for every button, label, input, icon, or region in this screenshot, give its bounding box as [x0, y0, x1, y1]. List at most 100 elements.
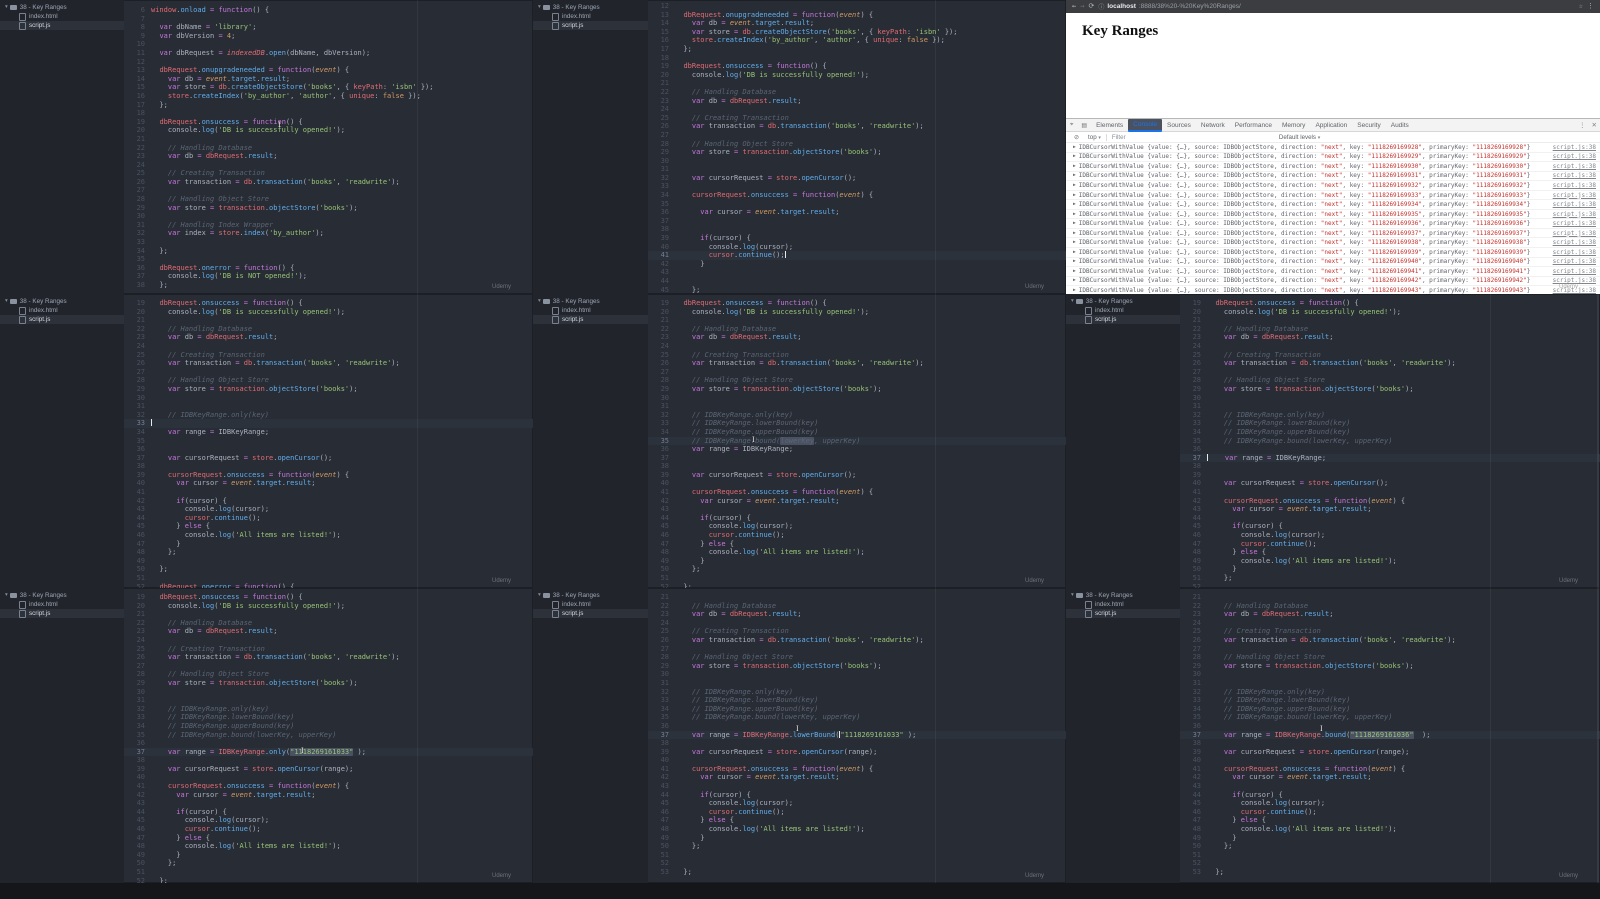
sidebar-folder[interactable]: ▾38 - Key Ranges: [0, 591, 124, 600]
log-level-selector[interactable]: Default levels ▾: [1279, 134, 1320, 141]
expand-triangle-icon[interactable]: ▶: [1073, 259, 1076, 264]
expand-triangle-icon[interactable]: ▶: [1073, 269, 1076, 274]
code-area[interactable]: 2122 // Handling Database23 var db = dbR…: [648, 588, 1066, 883]
expand-triangle-icon[interactable]: ▶: [1073, 278, 1076, 283]
expand-triangle-icon[interactable]: ▶: [1073, 212, 1076, 217]
source-link[interactable]: script.js:38: [1547, 201, 1600, 208]
code-area[interactable]: 19 dbRequest.onsuccess = function() {20 …: [124, 588, 533, 883]
sidebar-folder[interactable]: ▾38 - Key Ranges: [533, 591, 648, 600]
expand-triangle-icon[interactable]: ▶: [1073, 173, 1076, 178]
devtools-tab-audits[interactable]: Audits: [1386, 120, 1414, 131]
sidebar-file-script-js[interactable]: script.js: [533, 609, 648, 618]
expand-triangle-icon[interactable]: ▶: [1073, 288, 1076, 293]
console-log-row[interactable]: ▶IDBCursorWithValue {value: {…}, source:…: [1066, 153, 1600, 163]
devtools-tab-elements[interactable]: Elements: [1091, 120, 1128, 131]
console-log-row[interactable]: ▶IDBCursorWithValue {value: {…}, source:…: [1066, 277, 1600, 287]
device-toolbar-icon[interactable]: ▤: [1077, 122, 1091, 129]
site-info-icon[interactable]: ⓘ: [1098, 2, 1104, 11]
code-area[interactable]: 6window.onload = function() {78 var dbNa…: [124, 0, 533, 294]
source-link[interactable]: script.js:38: [1547, 258, 1600, 265]
expand-triangle-icon[interactable]: ▶: [1073, 240, 1076, 245]
inspect-element-icon[interactable]: ⌖: [1066, 122, 1077, 129]
source-link[interactable]: script.js:38: [1547, 192, 1600, 199]
console-log[interactable]: ▶IDBCursorWithValue {value: {…}, source:…: [1066, 143, 1600, 294]
sidebar-file-index-html[interactable]: index.html: [0, 12, 124, 21]
console-log-row[interactable]: ▶IDBCursorWithValue {value: {…}, source:…: [1066, 181, 1600, 191]
console-log-row[interactable]: ▶IDBCursorWithValue {value: {…}, source:…: [1066, 219, 1600, 229]
sidebar-folder[interactable]: ▾38 - Key Ranges: [0, 297, 124, 306]
source-link[interactable]: script.js:38: [1547, 144, 1600, 151]
devtools-close-icon[interactable]: ✕: [1589, 121, 1600, 129]
devtools-tab-sources[interactable]: Sources: [1162, 120, 1196, 131]
browser-menu-icon[interactable]: ⋮: [1587, 0, 1594, 13]
source-link[interactable]: script.js:38: [1547, 153, 1600, 160]
sidebar-folder[interactable]: ▾38 - Key Ranges: [1066, 297, 1180, 306]
console-log-row[interactable]: ▶IDBCursorWithValue {value: {…}, source:…: [1066, 191, 1600, 201]
sidebar-file-index-html[interactable]: index.html: [0, 306, 124, 315]
console-log-row[interactable]: ▶IDBCursorWithValue {value: {…}, source:…: [1066, 210, 1600, 220]
expand-triangle-icon[interactable]: ▶: [1073, 154, 1076, 159]
source-link[interactable]: script.js:38: [1547, 239, 1600, 246]
source-link[interactable]: script.js:38: [1547, 172, 1600, 179]
source-link[interactable]: script.js:38: [1547, 230, 1600, 237]
sidebar-file-index-html[interactable]: index.html: [0, 600, 124, 609]
reload-icon[interactable]: ⟳: [1088, 0, 1094, 13]
sidebar-file-script-js[interactable]: script.js: [1066, 609, 1180, 618]
sidebar-file-script-js[interactable]: script.js: [1066, 315, 1180, 324]
sidebar-file-index-html[interactable]: index.html: [533, 600, 648, 609]
sidebar-file-script-js[interactable]: script.js: [533, 315, 648, 324]
console-log-row[interactable]: ▶IDBCursorWithValue {value: {…}, source:…: [1066, 162, 1600, 172]
expand-triangle-icon[interactable]: ▶: [1073, 193, 1076, 198]
expand-triangle-icon[interactable]: ▶: [1073, 164, 1076, 169]
sidebar-file-index-html[interactable]: index.html: [1066, 600, 1180, 609]
context-selector[interactable]: top ▾: [1088, 134, 1101, 141]
sidebar-file-script-js[interactable]: script.js: [533, 21, 648, 30]
source-link[interactable]: script.js:38: [1547, 268, 1600, 275]
expand-triangle-icon[interactable]: ▶: [1073, 221, 1076, 226]
code-area[interactable]: 1213 dbRequest.onupgradeneeded = functio…: [648, 0, 1066, 294]
address-bar[interactable]: ⓘlocalhost:8888/38%20-%20Key%20Ranges/: [1098, 2, 1574, 11]
sidebar-file-script-js[interactable]: script.js: [0, 21, 124, 30]
clear-console-icon[interactable]: ⊘: [1070, 134, 1083, 141]
console-log-row[interactable]: ▶IDBCursorWithValue {value: {…}, source:…: [1066, 229, 1600, 239]
devtools-tab-console[interactable]: Console: [1128, 119, 1162, 132]
code-area[interactable]: 2122 // Handling Database23 var db = dbR…: [1180, 588, 1600, 883]
sidebar-file-script-js[interactable]: script.js: [0, 315, 124, 324]
expand-triangle-icon[interactable]: ▶: [1073, 202, 1076, 207]
code-area[interactable]: 19 dbRequest.onsuccess = function() {20 …: [1180, 294, 1600, 588]
sidebar-folder[interactable]: ▾38 - Key Ranges: [1066, 591, 1180, 600]
source-link[interactable]: script.js:38: [1547, 182, 1600, 189]
sidebar-folder[interactable]: ▾38 - Key Ranges: [0, 3, 124, 12]
sidebar-file-index-html[interactable]: index.html: [533, 306, 648, 315]
source-link[interactable]: script.js:38: [1547, 220, 1600, 227]
back-icon[interactable]: ←: [1072, 0, 1076, 13]
expand-triangle-icon[interactable]: ▶: [1073, 183, 1076, 188]
devtools-tab-performance[interactable]: Performance: [1230, 120, 1277, 131]
devtools-tab-memory[interactable]: Memory: [1277, 120, 1310, 131]
expand-triangle-icon[interactable]: ▶: [1073, 145, 1076, 150]
expand-triangle-icon[interactable]: ▶: [1073, 250, 1076, 255]
sidebar-file-script-js[interactable]: script.js: [0, 609, 124, 618]
console-log-row[interactable]: ▶IDBCursorWithValue {value: {…}, source:…: [1066, 172, 1600, 182]
sidebar-file-index-html[interactable]: index.html: [1066, 306, 1180, 315]
sidebar-file-index-html[interactable]: index.html: [533, 12, 648, 21]
console-log-row[interactable]: ▶IDBCursorWithValue {value: {…}, source:…: [1066, 258, 1600, 268]
console-log-row[interactable]: ▶IDBCursorWithValue {value: {…}, source:…: [1066, 143, 1600, 153]
source-link[interactable]: script.js:38: [1547, 211, 1600, 218]
devtools-tab-application[interactable]: Application: [1310, 120, 1352, 131]
code-area[interactable]: 19 dbRequest.onsuccess = function() {20 …: [648, 294, 1066, 588]
forward-icon[interactable]: →: [1080, 0, 1084, 13]
console-filter-input[interactable]: Filter: [1112, 134, 1262, 141]
source-link[interactable]: script.js:38: [1547, 163, 1600, 170]
devtools-tab-network[interactable]: Network: [1196, 120, 1230, 131]
sidebar-folder[interactable]: ▾38 - Key Ranges: [533, 297, 648, 306]
console-log-row[interactable]: ▶IDBCursorWithValue {value: {…}, source:…: [1066, 248, 1600, 258]
console-log-row[interactable]: ▶IDBCursorWithValue {value: {…}, source:…: [1066, 238, 1600, 248]
bookmark-star-icon[interactable]: ☆: [1579, 0, 1583, 13]
code-area[interactable]: 19 dbRequest.onsuccess = function() {20 …: [124, 294, 533, 588]
sidebar-folder[interactable]: ▾38 - Key Ranges: [533, 3, 648, 12]
console-log-row[interactable]: ▶IDBCursorWithValue {value: {…}, source:…: [1066, 267, 1600, 277]
source-link[interactable]: script.js:38: [1547, 249, 1600, 256]
expand-triangle-icon[interactable]: ▶: [1073, 231, 1076, 236]
console-log-row[interactable]: ▶IDBCursorWithValue {value: {…}, source:…: [1066, 200, 1600, 210]
